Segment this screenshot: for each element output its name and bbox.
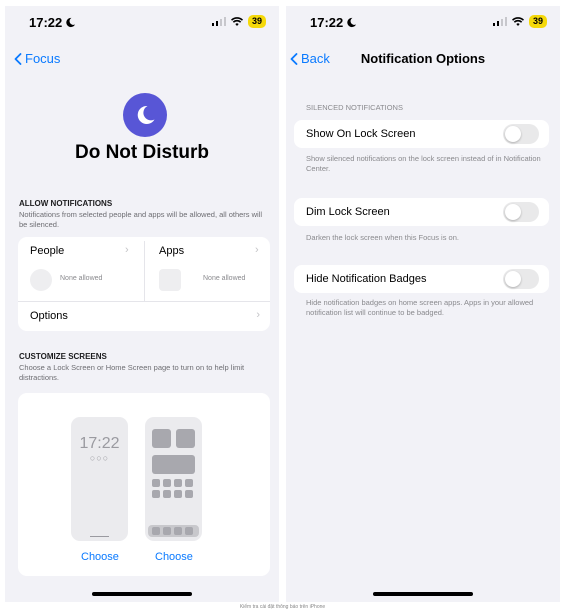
home-indicator [92, 592, 192, 596]
hide-notification-badges-description: Hide notification badges on home screen … [306, 298, 534, 317]
wifi-icon [230, 17, 243, 26]
apps-label: Apps [159, 245, 185, 257]
show-on-lock-screen-label: Show On Lock Screen [306, 128, 416, 140]
chevron-right-icon: › [255, 244, 259, 256]
home-app-grid [152, 479, 193, 498]
hide-notification-badges-toggle[interactable] [503, 269, 539, 289]
dim-lock-screen-row: Dim Lock Screen [294, 198, 549, 226]
home-screen-preview[interactable] [145, 417, 202, 541]
battery-indicator: 39 [528, 15, 547, 28]
moon-icon [347, 17, 357, 28]
apps-placeholder-icon [159, 269, 181, 291]
customize-screens-header: CUSTOMIZE SCREENS [19, 352, 107, 361]
dim-lock-screen-toggle[interactable] [503, 202, 539, 222]
customize-screens-description: Choose a Lock Screen or Home Screen page… [19, 363, 245, 382]
apps-cell[interactable]: Apps › None allowed [145, 237, 270, 301]
home-widget [176, 429, 195, 448]
lock-screen-time: 17:22 [79, 435, 120, 452]
show-on-lock-screen-toggle[interactable] [503, 124, 539, 144]
home-dock [148, 525, 199, 537]
toggle-knob [505, 126, 521, 142]
people-placeholder-avatar [30, 269, 52, 291]
show-on-lock-screen-description: Show silenced notifications on the lock … [306, 154, 541, 173]
allow-notifications-description: Notifications from selected people and a… [19, 210, 263, 229]
page-title: Notification Options [360, 51, 486, 66]
battery-indicator: 39 [247, 15, 266, 28]
back-to-focus-button[interactable]: Focus [14, 51, 60, 66]
do-not-disturb-screen: 17:22 39 Focus Do Not Disturb ALLOW NOTI… [5, 6, 279, 602]
home-widget-wide [152, 455, 195, 474]
lock-screen-widgets: ○○○ [89, 453, 110, 463]
moon-icon [137, 105, 155, 124]
notification-options-screen: 17:22 39 Back Notification Options SILEN… [286, 6, 560, 602]
toggle-knob [505, 204, 521, 220]
silenced-notifications-header: SILENCED NOTIFICATIONS [306, 103, 403, 112]
home-indicator [373, 592, 473, 596]
dim-lock-screen-description: Darken the lock screen when this Focus i… [306, 233, 459, 242]
toggle-knob [505, 271, 521, 287]
chevron-left-icon [14, 52, 22, 65]
page-title: Do Not Disturb [74, 142, 210, 163]
lock-screen-preview[interactable]: 17:22 ○○○ [71, 417, 128, 541]
allow-notifications-card: People › None allowed Apps › None allowe… [18, 237, 270, 331]
wifi-icon [511, 17, 524, 26]
choose-home-screen-button[interactable]: Choose [155, 551, 193, 563]
signal-icon [211, 17, 226, 26]
status-bar: 17:22 39 [286, 6, 560, 38]
status-bar: 17:22 39 [5, 6, 279, 38]
status-time: 17:22 [29, 15, 63, 30]
people-label: People [30, 245, 65, 257]
do-not-disturb-icon [123, 93, 167, 137]
show-on-lock-screen-row: Show On Lock Screen [294, 120, 549, 148]
hide-notification-badges-label: Hide Notification Badges [306, 273, 427, 285]
status-time: 17:22 [310, 15, 344, 30]
moon-icon [66, 17, 76, 28]
hide-notification-badges-row: Hide Notification Badges [294, 265, 549, 293]
allow-notifications-header: ALLOW NOTIFICATIONS [19, 199, 113, 208]
people-cell[interactable]: People › None allowed [18, 237, 144, 301]
choose-lock-screen-button[interactable]: Choose [81, 551, 119, 563]
options-label: Options [30, 310, 68, 322]
customize-screens-card: 17:22 ○○○ Choose Choose [18, 393, 270, 576]
chevron-right-icon: › [256, 309, 260, 321]
back-label: Focus [25, 51, 61, 66]
chevron-right-icon: › [125, 244, 129, 256]
signal-icon [492, 17, 507, 26]
people-value: None allowed [60, 275, 103, 282]
home-widget [152, 429, 171, 448]
options-row[interactable]: Options › [18, 302, 270, 331]
image-caption: Kiểm tra cài đặt thông báo trên iPhone [239, 604, 326, 610]
apps-value: None allowed [203, 275, 246, 282]
lock-screen-home-bar [90, 536, 109, 537]
dim-lock-screen-label: Dim Lock Screen [306, 206, 390, 218]
